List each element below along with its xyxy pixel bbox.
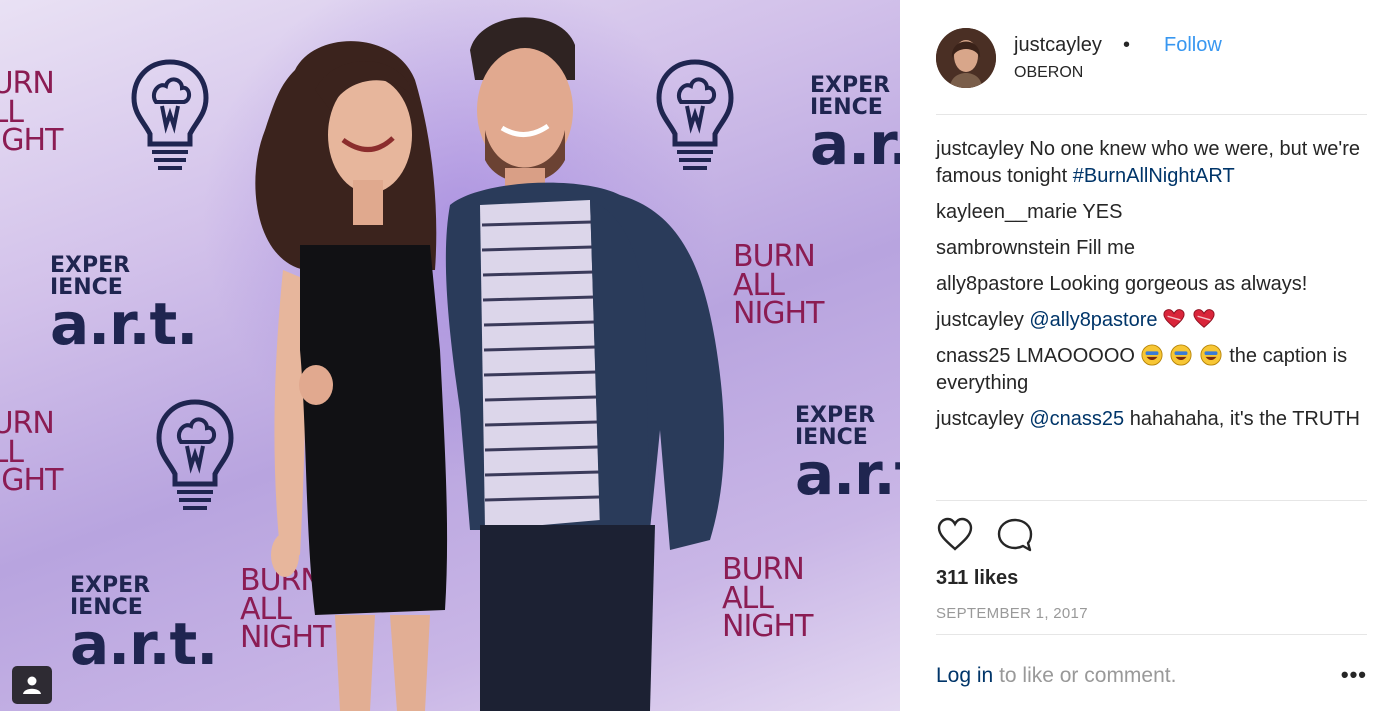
separator-dot: • [1123,34,1131,56]
likes-count[interactable]: 311 likes [936,567,1018,590]
login-prompt: Log in to like or comment. ••• [936,662,1367,688]
comments-list: justcayley No one knew who we were, but … [936,136,1376,442]
comment-author[interactable]: justcayley [936,309,1024,331]
comment-author[interactable]: cnass25 [936,345,1011,367]
grinning-sweat-emoji-icon [1170,344,1192,366]
comment-item: justcayley @cnass25 hahahaha, it's the T… [936,406,1376,433]
man-figure [445,17,725,711]
comment-text: YES [1082,201,1123,223]
heart-emoji-icon [1163,309,1185,328]
footer-divider [936,634,1367,635]
location-link[interactable]: OBERON [1014,64,1083,82]
actions-divider [936,500,1367,501]
lightbulb-logo [156,399,234,510]
login-suffix: to like or comment. [999,664,1177,687]
mention-link[interactable]: @ally8pastore [1029,309,1157,331]
comment-author[interactable]: ally8pastore [936,273,1044,295]
mention-link[interactable]: @cnass25 [1029,408,1124,430]
comment-icon [997,518,1033,552]
comment-item: sambrownstein Fill me [936,235,1376,262]
grinning-sweat-emoji-icon [1200,344,1222,366]
grinning-sweat-emoji-icon [1140,344,1163,366]
experience-art-logo: EXPER IENCE a.r.t. [50,253,198,358]
woman-figure [255,41,448,711]
hand [299,365,333,405]
burn-all-night-logo: BURNALLNIGHT [0,66,63,158]
comment-text: Fill me [1076,237,1135,259]
comment-text: LMAOOOOO [1016,345,1135,367]
follow-button[interactable]: Follow [1164,34,1222,57]
comment-author[interactable]: justcayley [936,138,1024,160]
experience-art-logo: EXPER IENCE a.r.t. [810,73,900,178]
post-header: justcayley • Follow OBERON [936,28,1367,88]
experience-art-logo: EXPER IENCE a.r.t. [795,403,900,508]
comment-button[interactable] [996,516,1034,554]
post-photo[interactable]: EXPER IENCE a.r.t. EXPER IENCE a.r.t. EX… [0,0,900,711]
post-side-panel: justcayley • Follow OBERON justcayley No… [900,0,1397,711]
comment-author[interactable]: justcayley [936,408,1024,430]
lightbulb-logo [131,59,209,170]
avatar-image [936,28,996,88]
login-link[interactable]: Log in [936,664,993,687]
heart-emoji-icon [1193,309,1215,328]
post-date: SEPTEMBER 1, 2017 [936,605,1088,622]
comment-item: cnass25 LMAOOOOO the caption is everythi… [936,343,1376,397]
avatar[interactable] [936,28,996,88]
user-tag-icon[interactable] [12,666,52,704]
comment-author[interactable]: sambrownstein [936,237,1071,259]
more-options-button[interactable]: ••• [1341,662,1367,688]
experience-art-logo: EXPER IENCE a.r.t. [70,573,218,678]
like-button[interactable] [936,516,974,554]
username-link[interactable]: justcayley [1014,34,1102,57]
comment-author[interactable]: kayleen__marie [936,201,1077,223]
heart-icon [937,517,973,551]
burn-all-night-logo: BURNALLNIGHT [0,406,63,498]
hashtag-link[interactable]: #BurnAllNightART [1073,165,1235,187]
person-icon [23,676,41,694]
comment-item: kayleen__marie YES [936,199,1376,226]
caption: justcayley No one knew who we were, but … [936,136,1376,190]
comment-item: justcayley @ally8pastore [936,307,1376,334]
comment-text: Looking gorgeous as always! [1049,273,1308,295]
comment-text: hahahaha, it's the TRUTH [1129,408,1360,430]
header-divider [936,114,1367,115]
comment-item: ally8pastore Looking gorgeous as always! [936,271,1376,298]
